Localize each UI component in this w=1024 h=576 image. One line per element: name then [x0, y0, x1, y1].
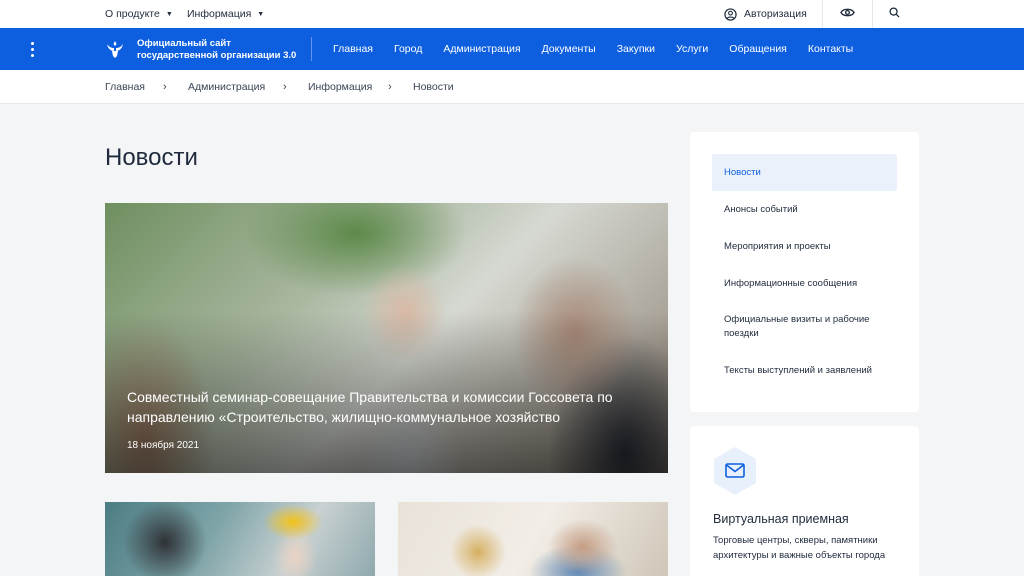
sidebar-item-events[interactable]: Мероприятия и проекты: [712, 228, 897, 265]
nav-link-documents[interactable]: Документы: [542, 43, 596, 55]
breadcrumb-separator: ›: [163, 81, 167, 93]
nav-link-home[interactable]: Главная: [333, 43, 373, 55]
search-button[interactable]: [870, 0, 918, 28]
reception-description: Торговые центры, скверы, памятники архит…: [713, 535, 886, 561]
image-overlay: [105, 203, 668, 473]
eye-icon: [839, 5, 855, 23]
breadcrumb-item-home[interactable]: Главная: [105, 70, 145, 104]
breadcrumb-item-news: Новости: [413, 81, 454, 93]
virtual-reception-card[interactable]: Виртуальная приемная Торговые центры, ск…: [690, 426, 919, 576]
nav-link-procurement[interactable]: Закупки: [617, 43, 655, 55]
nav-link-contacts[interactable]: Контакты: [808, 43, 853, 55]
chevron-down-icon: ▼: [165, 10, 173, 18]
news-card-image[interactable]: [105, 502, 375, 576]
info-menu[interactable]: Информация ▼: [187, 0, 264, 28]
featured-news-card[interactable]: Совместный семинар-совещание Правительст…: [105, 203, 668, 473]
breadcrumb-separator: ›: [388, 81, 392, 93]
mail-icon: [712, 446, 758, 496]
divider: [311, 37, 312, 61]
nav-link-administration[interactable]: Администрация: [443, 43, 520, 55]
sidebar-item-speeches[interactable]: Тексты выступлений и заявлений: [712, 352, 897, 389]
sidebar-item-official-visits[interactable]: Официальные визиты и рабочие поездки: [712, 306, 897, 348]
login-label: Авторизация: [744, 8, 807, 20]
user-circle-icon: [724, 7, 737, 21]
login-button[interactable]: Авторизация: [724, 0, 807, 28]
product-menu-label: О продукте: [105, 8, 160, 20]
breadcrumb: Главная › Администрация › Информация › Н…: [0, 70, 1024, 104]
reception-title[interactable]: Виртуальная приемная: [713, 512, 849, 526]
nav-link-city[interactable]: Город: [394, 43, 422, 55]
featured-news-title[interactable]: Совместный семинар-совещание Правительст…: [127, 387, 647, 427]
sidebar-item-info-messages[interactable]: Информационные сообщения: [712, 265, 897, 302]
emblem-logo-icon[interactable]: [104, 38, 126, 60]
site-title-line1: Официальный сайт: [137, 38, 231, 49]
accessibility-button[interactable]: [823, 0, 871, 28]
main-navbar: Официальный сайт государственной организ…: [0, 28, 1024, 70]
top-utility-bar: О продукте ▼ Информация ▼ Авторизация: [0, 0, 1024, 28]
breadcrumb-separator: ›: [283, 81, 287, 93]
news-card-image[interactable]: [398, 502, 668, 576]
breadcrumb-item-administration[interactable]: Администрация: [188, 70, 265, 104]
page-title: Новости: [105, 144, 198, 171]
section-sidebar: Новости Анонсы событий Мероприятия и про…: [690, 132, 919, 412]
info-menu-label: Информация: [187, 8, 252, 20]
search-icon: [888, 5, 900, 23]
sidebar-item-announcements[interactable]: Анонсы событий: [712, 191, 897, 228]
more-menu-icon[interactable]: [22, 28, 42, 70]
nav-link-appeals[interactable]: Обращения: [729, 43, 787, 55]
site-title-line2: государственной организации 3.0: [137, 50, 297, 61]
nav-link-services[interactable]: Услуги: [676, 43, 708, 55]
primary-nav: Главная Город Администрация Документы За…: [333, 28, 874, 70]
breadcrumb-item-information[interactable]: Информация: [308, 70, 372, 104]
site-title[interactable]: Официальный сайт государственной организ…: [137, 38, 296, 62]
product-menu[interactable]: О продукте ▼: [105, 0, 173, 28]
sidebar-item-news[interactable]: Новости: [712, 154, 897, 191]
featured-news-date: 18 ноября 2021: [127, 440, 200, 451]
chevron-down-icon: ▼: [257, 10, 265, 18]
